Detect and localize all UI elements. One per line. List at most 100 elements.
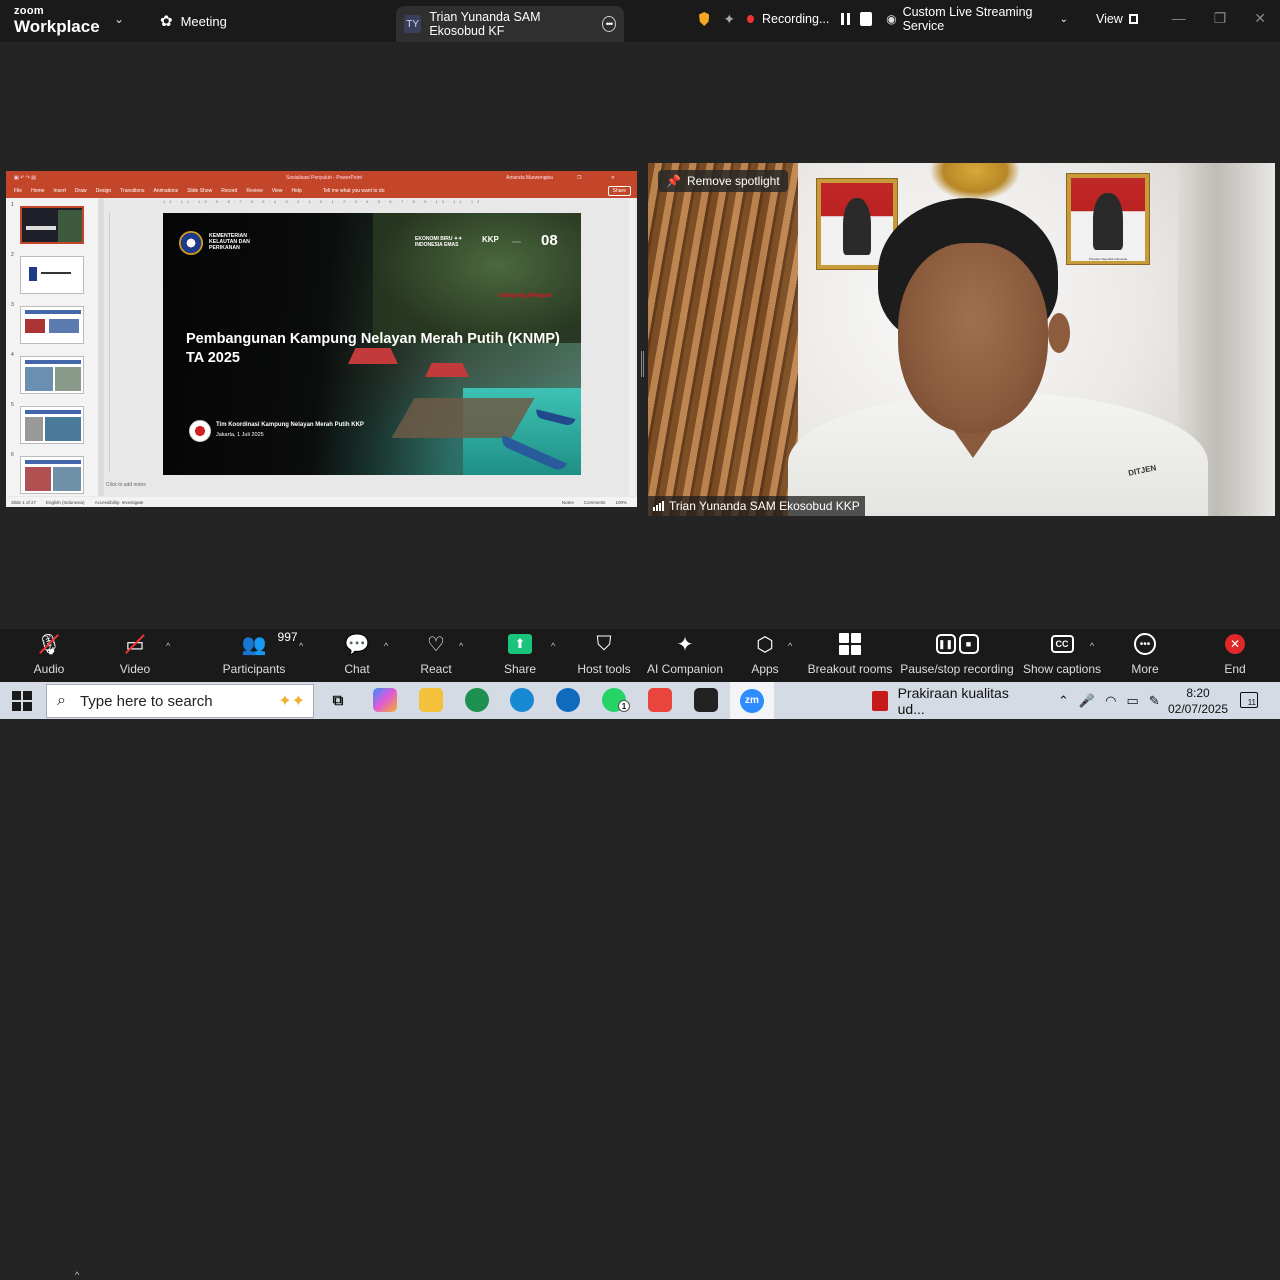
chevron-up-icon[interactable]: ^ <box>459 641 463 651</box>
show-captions-button[interactable]: CC Show captions <box>1023 629 1101 682</box>
task-view-icon[interactable]: ⧉ <box>326 688 350 712</box>
slide-thumbnail[interactable] <box>20 256 84 294</box>
maximize-button[interactable]: ❐ <box>1214 10 1227 27</box>
zoom-taskbar-icon[interactable]: zm <box>730 682 774 719</box>
wifi-icon[interactable]: ◠ <box>1105 693 1116 709</box>
battery-icon[interactable]: ▭ <box>1126 693 1138 709</box>
security-shield-icon[interactable] <box>699 12 710 26</box>
chevron-down-icon[interactable]: ⌄ <box>114 12 124 26</box>
more-options-icon[interactable]: ••• <box>601 16 616 32</box>
menu-review[interactable]: Review <box>246 188 262 194</box>
pdf-taskbar-item[interactable]: Prakiraan kualitas ud... <box>868 684 1036 717</box>
pause-recording-button[interactable] <box>839 12 852 26</box>
snipping-tool-icon[interactable] <box>694 688 718 712</box>
menu-slide-show[interactable]: Slide Show <box>187 188 212 194</box>
zoom-level[interactable]: 100% <box>615 500 627 505</box>
ai-companion-button[interactable]: ✦ AI Companion <box>647 629 723 682</box>
pen-icon[interactable]: ✎ <box>1149 693 1160 709</box>
wps-office-icon[interactable] <box>648 688 672 712</box>
end-meeting-button[interactable]: ✕ End <box>1222 629 1248 682</box>
split-view-handle[interactable] <box>641 351 644 377</box>
menu-draw[interactable]: Draw <box>75 188 87 194</box>
remove-spotlight-button[interactable]: 📌 Remove spotlight <box>658 170 788 192</box>
taskbar-search-input[interactable]: ⌕ Type here to search ✦✦ <box>46 684 314 718</box>
minimize-button[interactable]: — <box>1172 10 1186 27</box>
menu-transitions[interactable]: Transitions <box>120 188 144 194</box>
tab-active-meeting[interactable]: TY Trian Yunanda SAM Ekosobud KF ••• <box>396 6 624 42</box>
stop-recording-button[interactable] <box>860 12 873 26</box>
chevron-up-icon[interactable]: ^ <box>75 1270 79 1280</box>
edge-beta-icon[interactable] <box>510 688 534 712</box>
audio-label: Audio <box>33 662 65 676</box>
slide-scrollbar[interactable] <box>629 198 635 496</box>
menu-file[interactable]: File <box>14 188 22 194</box>
chevron-up-icon[interactable]: ^ <box>788 641 792 651</box>
menu-record[interactable]: Record <box>221 188 237 194</box>
edge-icon[interactable] <box>556 688 580 712</box>
chevron-up-icon[interactable]: ^ <box>1090 641 1094 651</box>
view-button[interactable]: View <box>1096 12 1123 26</box>
comments-button[interactable]: Comments <box>584 500 606 505</box>
thumbnail-scrollbar[interactable] <box>98 198 104 496</box>
chevron-down-icon[interactable]: ⌄ <box>1060 14 1068 25</box>
pause-stop-recording-button[interactable]: ❚❚ ■ Pause/stop recording <box>900 629 1014 682</box>
tell-me-search[interactable]: Tell me what you want to do <box>323 188 385 194</box>
chat-button[interactable]: 💬 Chat <box>340 629 374 682</box>
close-button[interactable]: ✕ <box>1254 10 1266 27</box>
notes-button[interactable]: Notes <box>562 500 574 505</box>
react-button[interactable]: ♡ React <box>418 629 454 682</box>
system-clock[interactable]: 8:20 02/07/2025 <box>1166 685 1230 717</box>
ai-sparkle-icon: ✦ <box>676 633 694 656</box>
slide-thumbnail[interactable] <box>20 456 84 494</box>
participant-video-tile[interactable]: Presiden Republik Indonesia DITJEN 📌 Rem… <box>648 163 1275 516</box>
breakout-rooms-button[interactable]: Breakout rooms <box>808 629 892 682</box>
zoom-workplace-logo[interactable]: zoom Workplace <box>14 6 100 36</box>
host-tools-button[interactable]: ⛉ Host tools <box>576 629 632 682</box>
audio-button[interactable]: 🎙 Audio <box>28 629 70 682</box>
ppt-quick-access[interactable]: ▣ ↶ ↷ ▤ <box>14 175 36 181</box>
menu-design[interactable]: Design <box>96 188 112 194</box>
slide-thumbnail[interactable] <box>20 206 84 244</box>
participants-button[interactable]: 👥 997 Participants <box>222 629 298 682</box>
notes-placeholder[interactable]: Click to add notes <box>106 482 146 488</box>
chevron-up-icon[interactable]: ^ <box>166 641 170 651</box>
current-slide[interactable]: KEMENTERIAN KELAUTAN DAN PERIKANAN EKONO… <box>163 213 581 475</box>
slide-thumbnail[interactable] <box>20 306 84 344</box>
menu-view[interactable]: View <box>272 188 283 194</box>
video-button[interactable]: ▭ Video <box>112 629 158 682</box>
menu-animations[interactable]: Animations <box>153 188 178 194</box>
microphone-icon[interactable]: 🎤 <box>1079 693 1095 709</box>
share-button[interactable]: ⬆ Share <box>502 629 538 682</box>
chevron-up-icon[interactable]: ^ <box>299 641 303 651</box>
copilot-icon[interactable] <box>373 688 397 712</box>
notification-center-icon[interactable]: 11 <box>1240 692 1258 708</box>
edge-dev-icon[interactable] <box>465 688 489 712</box>
chevron-up-icon[interactable]: ^ <box>384 641 388 651</box>
tray-overflow-icon[interactable]: ⌃ <box>1058 693 1069 709</box>
person-ear <box>1048 313 1070 353</box>
ppt-window-controls[interactable]: – ❐ ✕ <box>545 175 629 181</box>
slide-thumbnail[interactable] <box>20 356 84 394</box>
accessibility-status[interactable]: Accessibility: Investigate <box>95 500 144 505</box>
pause-stop-recording-label: Pause/stop recording <box>900 662 1014 676</box>
ekonomi-biru-logo: EKONOMI BIRU ✦✦ INDONESIA EMAS <box>415 236 463 248</box>
windows-start-icon[interactable] <box>12 691 32 711</box>
heart-icon: ♡ <box>427 633 445 656</box>
view-grid-icon[interactable] <box>1128 14 1138 24</box>
menu-home[interactable]: Home <box>31 188 44 194</box>
apps-button[interactable]: ⬡ Apps <box>750 629 780 682</box>
more-button[interactable]: ••• More <box>1130 629 1160 682</box>
menu-insert[interactable]: Insert <box>53 188 66 194</box>
ppt-share-button[interactable]: Share <box>607 186 631 196</box>
live-stream-label[interactable]: Custom Live Streaming Service <box>903 5 1054 33</box>
chevron-up-icon[interactable]: ^ <box>551 641 555 651</box>
tab-meeting[interactable]: ✿ Meeting <box>160 12 227 30</box>
slide-thumbnail-pane: 1 2 3 4 5 6 <box>6 198 98 496</box>
zoom-title-bar: zoom Workplace ⌄ ✿ Meeting TY Trian Yuna… <box>0 0 1280 42</box>
file-explorer-icon[interactable] <box>419 688 443 712</box>
menu-help[interactable]: Help <box>291 188 301 194</box>
slide-thumbnail[interactable] <box>20 406 84 444</box>
ai-sparkle-icon[interactable]: ✦ <box>723 11 735 28</box>
whatsapp-icon[interactable]: 1 <box>602 688 630 712</box>
language-status[interactable]: English (Indonesia) <box>46 500 85 505</box>
